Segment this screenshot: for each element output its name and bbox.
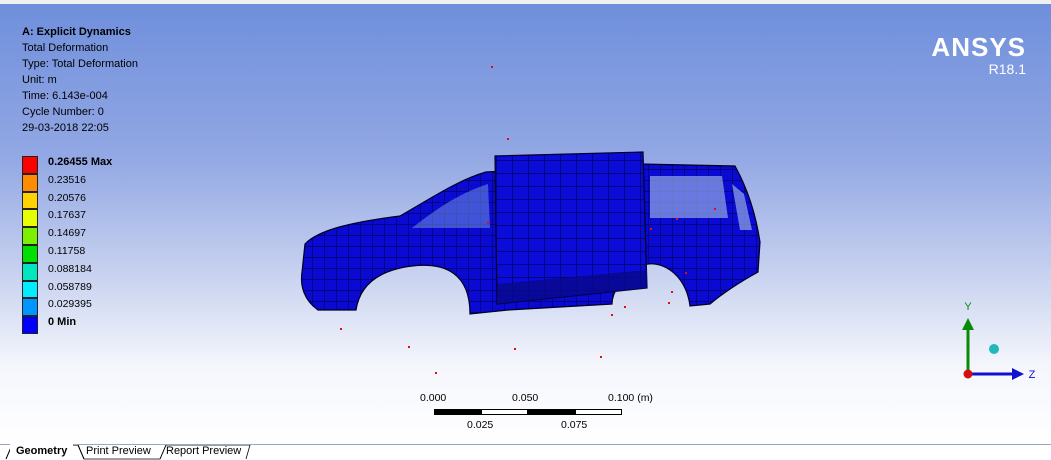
scale-tick-075: 0.075	[561, 419, 588, 431]
z-axis-arrow	[1012, 368, 1024, 380]
particle-marker	[600, 356, 602, 358]
particle-marker	[714, 208, 716, 210]
particle-marker	[671, 291, 673, 293]
particle-marker	[340, 328, 342, 330]
particle-marker	[624, 306, 626, 308]
axis-triad[interactable]: Y Z	[960, 296, 1040, 386]
car-body-mesh[interactable]	[0, 4, 1051, 444]
scale-segment	[481, 409, 528, 415]
x-axis-dot	[963, 369, 973, 379]
particle-marker	[491, 66, 493, 68]
particle-marker	[408, 346, 410, 348]
particle-marker	[514, 348, 516, 350]
scale-segment	[528, 409, 575, 415]
isometric-ball-icon[interactable]	[989, 344, 999, 354]
particle-marker	[435, 372, 437, 374]
particle-marker	[676, 218, 678, 220]
particle-marker	[507, 138, 509, 140]
scale-segment	[434, 409, 481, 415]
particle-marker	[487, 222, 489, 224]
view-tab-bar: Geometry Print Preview Report Preview	[0, 444, 1051, 460]
y-axis-arrow	[962, 318, 974, 330]
scale-tick-0: 0.000	[420, 392, 447, 404]
graphics-viewport[interactable]: A: Explicit Dynamics Total Deformation T…	[0, 0, 1051, 444]
z-axis-label: Z	[1029, 369, 1036, 381]
tab-print-preview[interactable]: Print Preview	[80, 444, 157, 459]
scale-bar: 0.000 0.050 0.100 (m) 0.025 0.075	[420, 392, 660, 437]
particle-marker	[611, 314, 613, 316]
tab-geometry[interactable]: Geometry	[10, 444, 74, 459]
particle-marker	[650, 228, 652, 230]
scale-segment	[575, 409, 622, 415]
particle-marker	[668, 302, 670, 304]
particle-marker	[685, 272, 687, 274]
tab-report-preview[interactable]: Report Preview	[160, 444, 247, 459]
scale-tick-025: 0.025	[467, 419, 494, 431]
scale-tick-050: 0.050	[512, 392, 539, 404]
scale-tick-100: 0.100 (m)	[608, 392, 653, 404]
y-axis-label: Y	[964, 301, 972, 313]
